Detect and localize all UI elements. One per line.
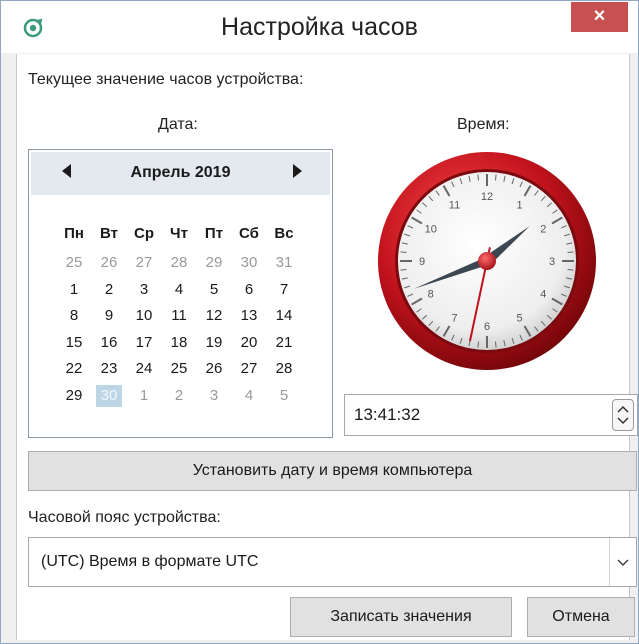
calendar-day[interactable]: 29	[61, 385, 87, 407]
calendar-day[interactable]: 14	[271, 305, 297, 327]
weekday-header: Ср	[134, 225, 154, 242]
cancel-button[interactable]: Отмена	[527, 597, 635, 637]
clock-number: 2	[540, 224, 546, 236]
calendar-day[interactable]: 4	[166, 279, 192, 301]
clock-number: 4	[540, 289, 546, 301]
up-down-spinner-icon[interactable]	[612, 399, 634, 431]
timezone-select[interactable]: (UTC) Время в формате UTC	[28, 537, 637, 587]
date-label: Дата:	[158, 116, 198, 133]
calendar-day[interactable]: 11	[166, 305, 192, 327]
calendar: Апрель 2019 Пн Вт Ср Чт Пт Сб Вс 25 26 27 28 29 30 31…	[28, 149, 333, 438]
calendar-day[interactable]: 29	[201, 252, 227, 274]
weekday-header: Пн	[64, 225, 84, 242]
clock-tick	[494, 174, 497, 181]
clock-tick	[400, 268, 407, 271]
clock-tick	[477, 174, 480, 181]
analog-clock: 121234567891011	[378, 152, 596, 370]
calendar-day[interactable]: 10	[131, 305, 157, 327]
set-computer-time-button[interactable]: Установить дату и время компьютера	[28, 451, 637, 491]
timezone-value: (UTC) Время в формате UTC	[41, 553, 259, 570]
calendar-day[interactable]: 18	[166, 332, 192, 354]
calendar-day[interactable]: 8	[61, 305, 87, 327]
clock-hub	[478, 252, 496, 270]
clock-tick	[400, 251, 407, 254]
calendar-day[interactable]: 6	[236, 279, 262, 301]
weekday-header: Чт	[170, 225, 188, 242]
clock-tick	[477, 341, 480, 348]
next-month-icon[interactable]	[293, 164, 302, 178]
clock-tick	[494, 341, 497, 348]
calendar-day[interactable]: 3	[201, 385, 227, 407]
calendar-day[interactable]: 24	[131, 358, 157, 380]
weekday-header: Сб	[239, 225, 259, 242]
calendar-day[interactable]: 16	[96, 332, 122, 354]
clock-number: 5	[516, 312, 522, 324]
calendar-day[interactable]: 1	[61, 279, 87, 301]
calendar-day[interactable]: 4	[236, 385, 262, 407]
weekday-header: Вс	[274, 225, 294, 242]
calendar-day[interactable]: 27	[236, 358, 262, 380]
calendar-day[interactable]: 28	[271, 358, 297, 380]
time-label: Время:	[457, 116, 510, 133]
calendar-day[interactable]: 5	[271, 385, 297, 407]
calendar-day[interactable]: 25	[166, 358, 192, 380]
calendar-day[interactable]: 30	[236, 252, 262, 274]
calendar-day[interactable]: 19	[201, 332, 227, 354]
close-button[interactable]: ×	[571, 2, 628, 32]
clock-number: 7	[451, 312, 457, 324]
timezone-label: Часовой пояс устройства:	[28, 509, 221, 526]
calendar-day[interactable]: 15	[61, 332, 87, 354]
title-bar: Настройка часов ×	[1, 1, 638, 53]
calendar-day[interactable]: 13	[236, 305, 262, 327]
calendar-day[interactable]: 20	[236, 332, 262, 354]
time-value[interactable]: 13:41:32	[354, 405, 420, 425]
calendar-day[interactable]: 25	[61, 252, 87, 274]
time-input[interactable]: 13:41:32	[344, 394, 638, 436]
calendar-day[interactable]: 1	[131, 385, 157, 407]
calendar-day[interactable]: 31	[271, 252, 297, 274]
clock-number: 3	[549, 256, 555, 268]
calendar-day[interactable]: 21	[271, 332, 297, 354]
calendar-day[interactable]: 9	[96, 305, 122, 327]
clock-number: 6	[484, 321, 490, 333]
weekday-header: Пт	[204, 225, 224, 242]
calendar-day[interactable]: 2	[166, 385, 192, 407]
calendar-day[interactable]: 17	[131, 332, 157, 354]
clock-number: 10	[425, 224, 437, 236]
calendar-day[interactable]: 12	[201, 305, 227, 327]
calendar-day[interactable]: 28	[166, 252, 192, 274]
calendar-day[interactable]: 7	[271, 279, 297, 301]
calendar-day[interactable]: 22	[61, 358, 87, 380]
calendar-day[interactable]: 5	[201, 279, 227, 301]
calendar-day[interactable]: 26	[201, 358, 227, 380]
clock-number: 9	[419, 256, 425, 268]
clock-number: 1	[516, 200, 522, 212]
device-clock-label: Текущее значение часов устройства:	[28, 71, 304, 88]
calendar-day[interactable]: 2	[96, 279, 122, 301]
calendar-header: Апрель 2019	[31, 152, 330, 195]
calendar-day[interactable]: 26	[96, 252, 122, 274]
clock-number: 8	[428, 289, 434, 301]
chevron-down-icon[interactable]	[609, 538, 636, 586]
calendar-month-title[interactable]: Апрель 2019	[31, 164, 330, 182]
clock-tick	[567, 251, 574, 254]
close-icon: ×	[593, 5, 606, 27]
clock-number: 11	[449, 200, 460, 212]
calendar-day[interactable]: 27	[131, 252, 157, 274]
clock-tick	[567, 268, 574, 271]
window-title: Настройка часов	[221, 13, 418, 41]
weekday-header: Вт	[100, 225, 118, 242]
clock-number: 12	[481, 191, 493, 203]
write-values-button[interactable]: Записать значения	[290, 597, 512, 637]
calendar-day[interactable]: 30	[96, 385, 122, 407]
calendar-day[interactable]: 3	[131, 279, 157, 301]
calendar-day[interactable]: 23	[96, 358, 122, 380]
